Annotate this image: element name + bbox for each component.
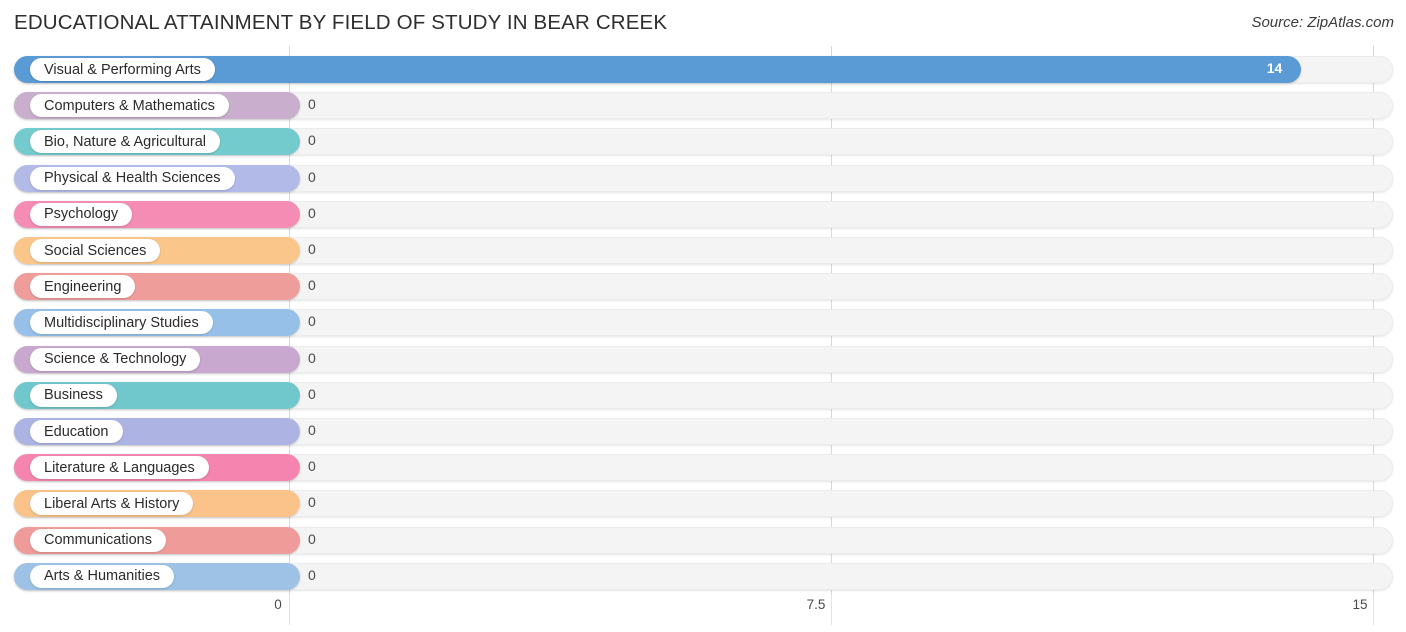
table-row[interactable]: Bio, Nature & Agricultural 0 (14, 128, 1393, 156)
value-label: 0 (308, 204, 316, 221)
table-row[interactable]: Computers & Mathematics 0 (14, 92, 1393, 120)
table-row[interactable]: Literature & Languages 0 (14, 454, 1393, 482)
value-label: 0 (308, 132, 316, 149)
source-attribution: Source: ZipAtlas.com (1251, 14, 1394, 31)
category-label: Computers & Mathematics (30, 94, 229, 118)
value-label: 0 (308, 566, 316, 583)
table-row[interactable]: Business 0 (14, 381, 1393, 409)
table-row[interactable]: Education 0 (14, 418, 1393, 445)
table-row[interactable]: Liberal Arts & History 0 (14, 490, 1393, 518)
x-tick-label-0: 0 (274, 597, 282, 612)
x-tick-label-7-5: 7.5 (806, 597, 826, 612)
value-label: 0 (308, 241, 316, 257)
table-row[interactable]: Physical & Health Sciences 0 (14, 164, 1393, 192)
category-label: Visual & Performing Arts (30, 58, 215, 81)
category-label: Social Sciences (30, 239, 161, 262)
category-label: Liberal Arts & History (30, 492, 194, 516)
table-row[interactable]: Multidisciplinary Studies 0 (14, 309, 1393, 337)
table-row[interactable]: Social Sciences 0 (14, 237, 1393, 264)
table-row[interactable]: Engineering 0 (14, 273, 1393, 301)
category-label: Engineering (30, 275, 136, 299)
tick-mark-15 (1373, 595, 1374, 625)
table-row[interactable]: Science & Technology 0 (14, 345, 1393, 373)
category-label: Science & Technology (30, 347, 201, 371)
bar-rows: Visual & Performing Arts 14 Computers & Ma… (0, 46, 1406, 595)
table-row[interactable]: Communications 0 (14, 526, 1393, 554)
x-axis: 0 7.5 15 (0, 595, 1406, 632)
category-label: Psychology (30, 202, 133, 226)
value-label: 0 (308, 458, 316, 475)
value-label: 0 (308, 349, 316, 366)
category-label: Bio, Nature & Agricultural (30, 130, 220, 154)
value-label: 0 (308, 168, 316, 185)
tick-mark-7-5 (831, 595, 832, 625)
category-label: Multidisciplinary Studies (30, 311, 213, 335)
category-label: Arts & Humanities (30, 564, 175, 588)
value-label: 14 (1266, 60, 1283, 76)
chart-plot-area: Visual & Performing Arts 14 Computers & Ma… (0, 46, 1406, 595)
table-row[interactable]: Arts & Humanities 0 (14, 562, 1393, 590)
value-label: 0 (308, 530, 316, 547)
value-label: 0 (308, 494, 316, 511)
category-label: Physical & Health Sciences (30, 166, 235, 190)
value-label: 0 (308, 422, 316, 438)
table-row[interactable]: Psychology 0 (14, 200, 1393, 228)
category-label: Communications (30, 528, 166, 552)
x-tick-label-15: 15 (1352, 597, 1368, 612)
value-label: 0 (308, 96, 316, 113)
tick-mark-0 (289, 595, 290, 625)
category-label: Literature & Languages (30, 456, 209, 480)
category-label: Education (30, 420, 123, 443)
value-label: 0 (308, 277, 316, 294)
value-label: 0 (308, 313, 316, 330)
category-label: Business (30, 383, 117, 407)
table-row[interactable]: Visual & Performing Arts 14 (14, 56, 1393, 83)
chart-header: EDUCATIONAL ATTAINMENT BY FIELD OF STUDY… (0, 0, 1406, 46)
value-label: 0 (308, 385, 316, 402)
page-title: EDUCATIONAL ATTAINMENT BY FIELD OF STUDY… (14, 11, 668, 34)
